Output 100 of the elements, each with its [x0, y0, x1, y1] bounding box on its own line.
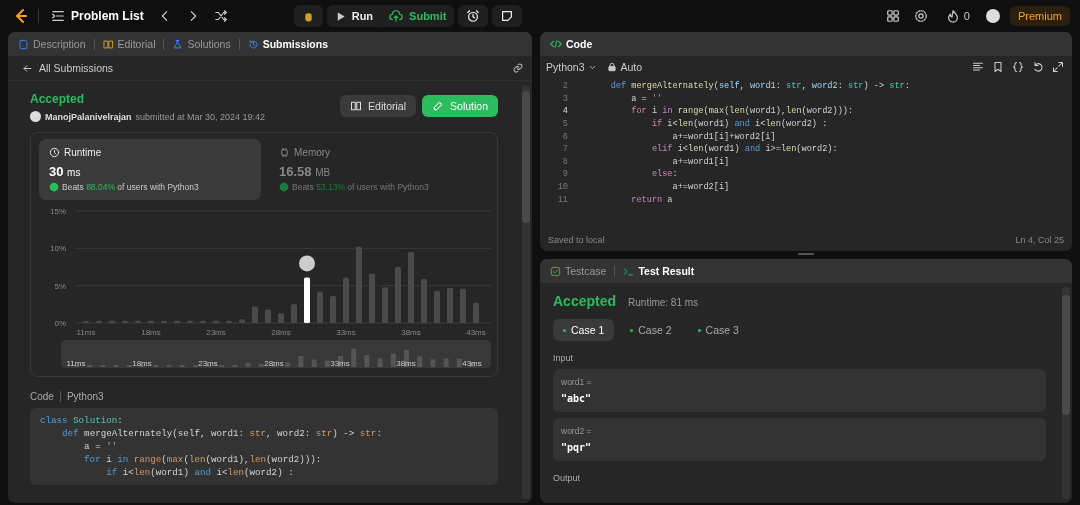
- bar[interactable]: [395, 267, 401, 323]
- cloud-upload-icon: [389, 9, 404, 23]
- bar[interactable]: [226, 320, 232, 323]
- bar[interactable]: [148, 320, 154, 323]
- code-line: return a: [630, 194, 673, 205]
- bar[interactable]: [213, 320, 219, 323]
- badge-icon: [279, 182, 289, 192]
- line-number: 11: [556, 194, 568, 205]
- back-link[interactable]: All Submissions: [20, 60, 116, 76]
- metric-card[interactable]: Runtime 30 ms Beats 88.04% of users with Python3: [39, 139, 261, 200]
- bar[interactable]: [109, 320, 115, 323]
- premium-button[interactable]: Premium: [1010, 6, 1070, 26]
- bar[interactable]: [408, 252, 414, 323]
- document-icon: [18, 38, 29, 50]
- bar[interactable]: [382, 287, 388, 323]
- bar[interactable]: [330, 296, 336, 323]
- case-tab[interactable]: Case 2: [620, 319, 682, 341]
- bar[interactable]: [317, 291, 323, 323]
- bar[interactable]: [252, 306, 258, 323]
- history-icon: [247, 38, 259, 50]
- line-number: 9: [561, 169, 568, 180]
- case-tab[interactable]: Case 3: [687, 319, 749, 341]
- code-line: def mergeAlternately(self, word1: str, word2: str) -> str:: [609, 81, 910, 92]
- chip-icon: [279, 147, 290, 158]
- code-line: a+=word2[i]: [671, 182, 730, 193]
- bookmark-icon: [992, 61, 1004, 73]
- panel-tab[interactable]: Description: [16, 38, 88, 50]
- note-icon: [500, 9, 515, 23]
- arrow-left-icon: [22, 62, 33, 74]
- book-icon: [102, 38, 114, 50]
- axis-label: 38ms: [396, 359, 416, 368]
- bar[interactable]: [122, 320, 128, 323]
- bar[interactable]: [265, 309, 271, 323]
- metric-value: 16.58 MB: [279, 164, 332, 179]
- code-line: else:: [650, 169, 678, 180]
- bar[interactable]: [278, 313, 284, 323]
- avatar-marker: [299, 255, 315, 272]
- axis-label: 43ms: [466, 328, 486, 337]
- line-number: 10: [556, 182, 568, 193]
- format-icon: [972, 61, 984, 73]
- debug-button[interactable]: [293, 5, 323, 27]
- bar[interactable]: [369, 273, 375, 323]
- bar[interactable]: [96, 320, 102, 323]
- notes-button[interactable]: [492, 5, 523, 27]
- bar[interactable]: [343, 277, 349, 323]
- shuffle-icon: [213, 9, 228, 23]
- scrollbar[interactable]: [1062, 287, 1070, 499]
- line-number: 3: [561, 93, 568, 104]
- bar[interactable]: [200, 320, 206, 323]
- username-link[interactable]: ManojPalanivelrajan: [45, 111, 132, 122]
- language-dropdown[interactable]: Python3: [546, 61, 597, 73]
- line-number: 4: [561, 106, 568, 117]
- bar[interactable]: [473, 302, 479, 323]
- language-label: Python3: [66, 391, 104, 402]
- metric-card[interactable]: Memory 16.58 MB Beats 53.13% of users with Python3: [269, 139, 489, 200]
- panel-tab[interactable]: Submissions: [245, 38, 331, 50]
- bar[interactable]: [421, 278, 427, 323]
- code-line: elif i<len(word1) and i>=len(word2):: [650, 144, 838, 155]
- code-line: class Solution:: [40, 414, 124, 427]
- result-status: Accepted: [553, 293, 617, 309]
- case-tab[interactable]: Case 1: [553, 319, 615, 341]
- bar[interactable]: [135, 320, 141, 323]
- code-line: for i in range(max(len(word1),len(word2))):: [630, 106, 854, 117]
- avatar[interactable]: [986, 9, 1000, 23]
- panel-tab[interactable]: Solutions: [170, 38, 233, 50]
- code-line: a+=word1[i]+word2[i]: [671, 131, 776, 142]
- bar[interactable]: [460, 288, 466, 323]
- grid-icon: [885, 9, 900, 23]
- line-number: 7: [561, 144, 568, 155]
- metric-label: Memory: [294, 147, 331, 158]
- panel-tab[interactable]: Editorial: [100, 38, 158, 50]
- bar[interactable]: [239, 319, 245, 323]
- bar[interactable]: [447, 287, 453, 323]
- undo-icon: [1032, 61, 1044, 73]
- lock-icon: [606, 62, 617, 72]
- range-navigator[interactable]: 11ms 18ms 23ms 28ms 33ms 38ms 43ms: [61, 340, 491, 368]
- editorial-button[interactable]: Editorial: [340, 94, 417, 117]
- problem-list-button[interactable]: Problem List: [49, 7, 146, 25]
- bar[interactable]: [356, 246, 362, 323]
- line-number: 2: [561, 81, 568, 92]
- bar[interactable]: [187, 320, 193, 323]
- panel-tab[interactable]: Test Result: [621, 265, 697, 277]
- code-icon: [550, 38, 562, 50]
- clock-icon: [49, 147, 60, 158]
- checkbox-icon: [550, 265, 561, 277]
- axis-label: 11ms: [66, 359, 86, 368]
- streak-counter[interactable]: 0: [939, 8, 976, 24]
- timer-button[interactable]: [458, 5, 489, 27]
- beats-text: Beats 88.04% of users with Python3: [62, 182, 199, 192]
- link-icon: [512, 62, 524, 74]
- bar[interactable]: [434, 290, 440, 323]
- terminal-icon: [623, 265, 635, 277]
- panel-title: Code: [548, 38, 595, 50]
- bar[interactable]: [291, 304, 297, 323]
- bar[interactable]: [304, 277, 310, 323]
- bar[interactable]: [174, 320, 180, 323]
- axis-label: 33ms: [330, 359, 350, 368]
- panel-tab[interactable]: Testcase: [548, 265, 609, 277]
- bar[interactable]: [161, 320, 167, 323]
- scrollbar[interactable]: [522, 85, 530, 499]
